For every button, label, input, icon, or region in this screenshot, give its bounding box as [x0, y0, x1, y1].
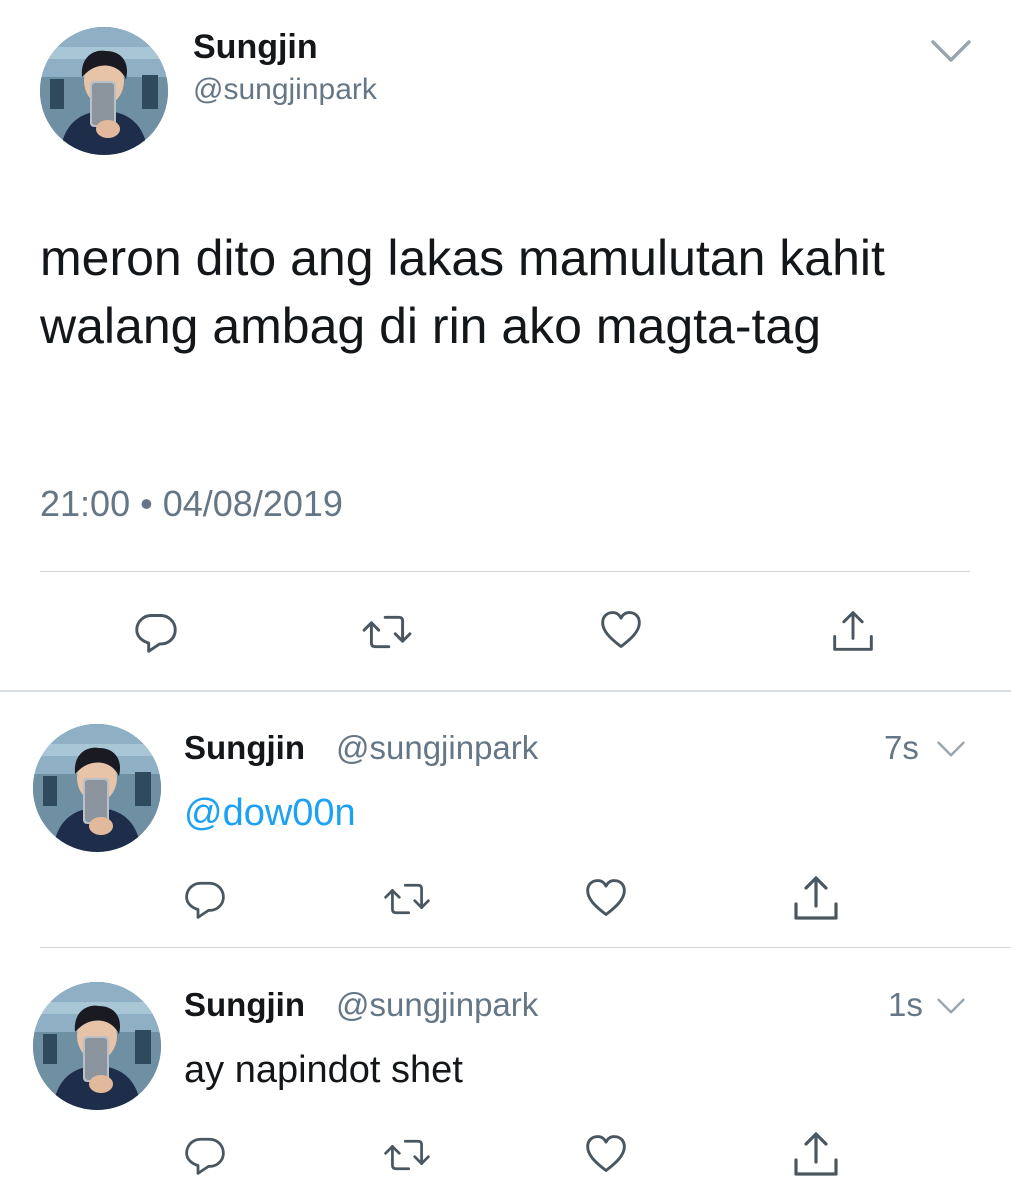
- avatar-image: [40, 27, 168, 155]
- main-tweet: Sungjin @sungjinpark meron dito ang laka…: [0, 0, 1011, 690]
- reply-icon[interactable]: [134, 610, 178, 654]
- like-icon[interactable]: [599, 608, 643, 652]
- like-icon[interactable]: [584, 876, 628, 920]
- avatar-image: [33, 724, 161, 852]
- tweet-text: meron dito ang lakas mamulutan kahit wal…: [40, 230, 885, 354]
- reply-timestamp: 7s: [884, 729, 919, 766]
- avatar[interactable]: [33, 982, 161, 1110]
- divider: [0, 690, 1011, 692]
- retweet-icon[interactable]: [383, 878, 431, 920]
- handle[interactable]: @sungjinpark: [336, 985, 538, 1025]
- tweet-timestamp: 21:00 • 04/08/2019: [40, 481, 343, 527]
- share-icon[interactable]: [789, 1130, 843, 1178]
- tweet-time: 21:00: [40, 483, 131, 524]
- timestamp-separator: •: [140, 483, 153, 524]
- like-icon[interactable]: [584, 1132, 628, 1176]
- share-icon[interactable]: [789, 874, 843, 922]
- chevron-down-icon[interactable]: [936, 997, 966, 1015]
- handle[interactable]: @sungjinpark: [336, 728, 538, 768]
- handle[interactable]: @sungjinpark: [193, 72, 377, 108]
- share-icon[interactable]: [831, 608, 875, 654]
- tweet-text: ay napindot shet: [184, 1049, 463, 1091]
- retweet-icon[interactable]: [361, 610, 413, 654]
- tweet-date: 04/08/2019: [162, 483, 343, 524]
- display-name[interactable]: Sungjin: [184, 728, 305, 768]
- display-name[interactable]: Sungjin: [193, 27, 318, 67]
- divider: [40, 571, 970, 572]
- avatar[interactable]: [40, 27, 168, 155]
- divider: [40, 947, 1011, 948]
- chevron-down-icon[interactable]: [936, 740, 966, 758]
- chevron-down-icon[interactable]: [930, 38, 972, 64]
- reply-timestamp: 1s: [888, 986, 923, 1023]
- retweet-icon[interactable]: [383, 1134, 431, 1176]
- reply-icon[interactable]: [184, 878, 226, 920]
- avatar-image: [33, 982, 161, 1110]
- avatar[interactable]: [33, 724, 161, 852]
- mention-link[interactable]: @dow00n: [184, 790, 356, 836]
- reply-icon[interactable]: [184, 1134, 226, 1176]
- display-name[interactable]: Sungjin: [184, 985, 305, 1025]
